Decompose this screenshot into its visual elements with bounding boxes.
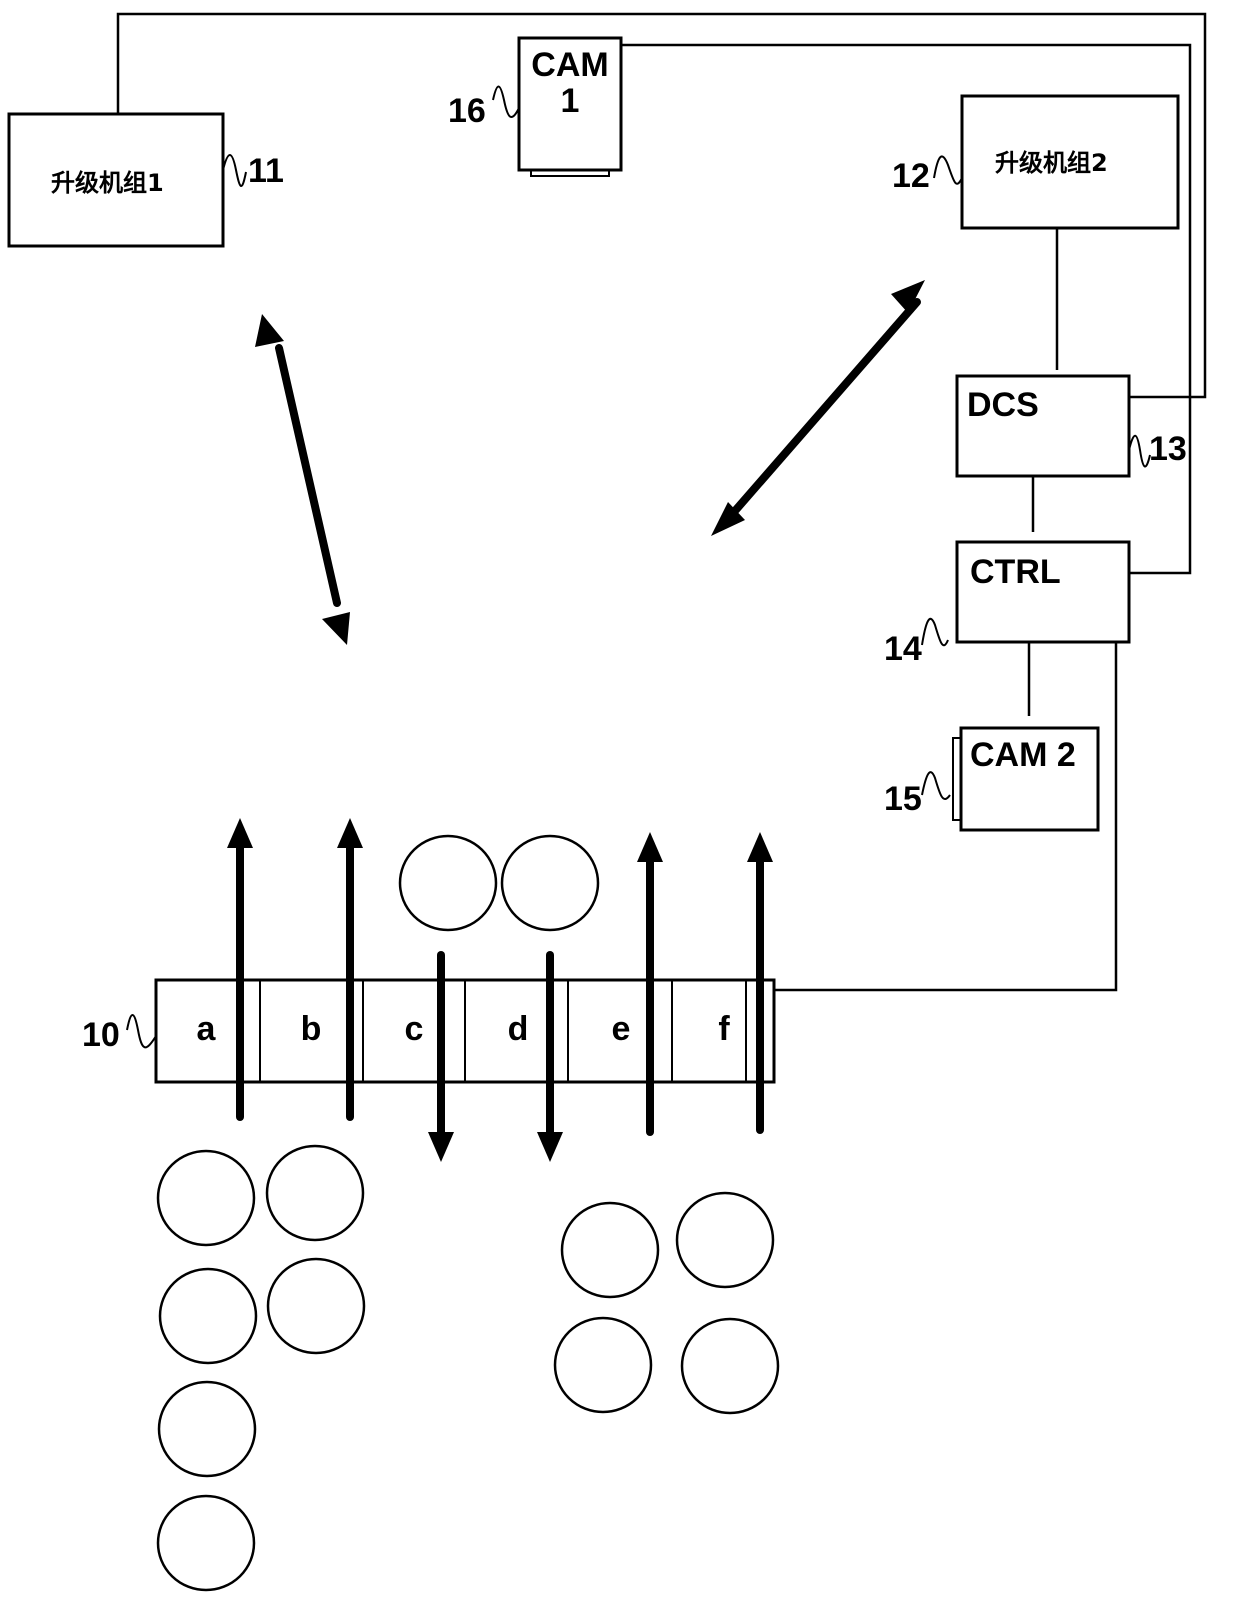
arrow-head-down-icon (322, 612, 350, 645)
unit2-label: 升级机组2 (995, 149, 1108, 177)
segment-e-label: e (612, 1010, 631, 1048)
conveyor-ref: 10 (82, 1016, 120, 1054)
segment-c-label: c (405, 1010, 424, 1048)
item-circle (398, 834, 498, 932)
segment-a-label: a (197, 1010, 217, 1048)
system-diagram: 升级机组1 11 CAM 1 16 升级机组2 12 DCS 13 CTRL 1… (7, 12, 1207, 1592)
item-circle (675, 1191, 775, 1289)
items (156, 834, 780, 1592)
cam2-ref: 15 (884, 780, 922, 818)
segment-d-label: d (508, 1010, 529, 1048)
camera-2: CAM 2 15 (884, 726, 1100, 832)
arrow-head-down-icon (428, 1132, 454, 1162)
cam2-label: CAM 2 (970, 736, 1076, 774)
item-circle (265, 1144, 365, 1242)
cam1-ref: 16 (448, 92, 486, 130)
unit1-ref: 11 (248, 152, 284, 190)
item-circle (500, 834, 600, 932)
arrow-head-up-icon (747, 832, 773, 862)
double-arrow-unit1 (255, 314, 350, 645)
item-circle (158, 1267, 258, 1365)
leader-squiggle-icon (222, 154, 247, 187)
arrow-shaft (730, 298, 921, 516)
double-arrow-unit2 (711, 280, 925, 536)
camera-1: CAM 1 16 (448, 36, 623, 177)
ctrl-ref: 14 (884, 630, 922, 668)
cam1-base (530, 169, 610, 177)
leader-squiggle-icon (921, 618, 949, 647)
segment-b-label: b (301, 1010, 322, 1048)
upgrade-unit-1: 升级机组1 11 (7, 112, 284, 248)
item-circle (680, 1317, 780, 1415)
item-circle (560, 1201, 660, 1299)
item-circle (156, 1494, 256, 1592)
controller: CTRL 14 (884, 540, 1131, 668)
item-circle (157, 1380, 257, 1478)
leader-squiggle-icon (1128, 434, 1151, 468)
arrow-shaft (275, 344, 341, 607)
leader-squiggle-icon (921, 771, 951, 800)
segment-f-label: f (718, 1010, 730, 1048)
item-circle (553, 1316, 653, 1414)
arrow-head-down-icon (537, 1132, 563, 1162)
unit2-ref: 12 (892, 157, 930, 195)
item-circle (266, 1257, 366, 1355)
arrow-head-up-icon (891, 280, 925, 313)
upgrade-unit-2: 升级机组2 12 (892, 94, 1180, 230)
dcs-ref: 13 (1149, 430, 1187, 468)
cam1-label-line1: CAM (531, 46, 608, 84)
leader-squiggle-icon (126, 1014, 157, 1049)
dcs-label: DCS (967, 386, 1039, 424)
cam1-label-line2: 1 (561, 82, 580, 120)
arrow-head-up-icon (337, 818, 363, 848)
leader-squiggle-icon (933, 155, 963, 185)
item-circle (156, 1149, 256, 1247)
arrow-head-up-icon (227, 818, 253, 848)
arrow-head-up-icon (255, 314, 284, 347)
arrow-head-up-icon (637, 832, 663, 862)
ctrl-label: CTRL (970, 553, 1061, 591)
leader-squiggle-icon (492, 85, 520, 118)
conveyor: a b c d e f 10 (82, 978, 776, 1084)
unit1-label: 升级机组1 (51, 169, 164, 197)
dcs-unit: DCS 13 (955, 374, 1187, 478)
